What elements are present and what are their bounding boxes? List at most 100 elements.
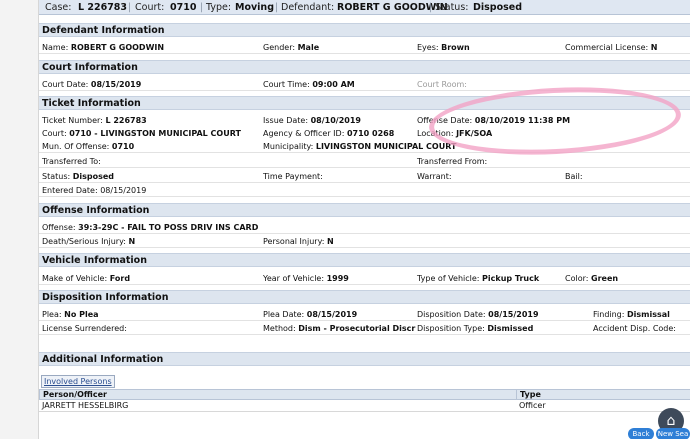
offense-section-title: Offense Information [39,203,690,217]
mun-offense-field: Mun. Of Offense: 0710 [42,141,134,153]
method-field: Method: Dism - Prosecutorial Discr [263,323,415,335]
death-injury-value: N [128,237,136,246]
vehicle-year-value: 1999 [326,274,349,283]
municipality-field: Municipality: LIVINGSTON MUNICIPAL COURT [263,141,456,153]
bail-field: Bail: [565,171,583,183]
court-date-value: 08/15/2019 [90,80,142,89]
defendant-row: Name: ROBERT G GOODWIN Gender: Male Eyes… [39,42,690,54]
separator: | [200,2,204,13]
plea-field: Plea: No Plea [42,309,99,321]
offense-row-2: Death/Serious Injury: N Personal Injury:… [39,236,690,248]
vehicle-type-value: Pickup Truck [482,274,540,283]
personal-injury-label: Personal Injury: [263,237,325,246]
disposition-row-2: License Surrendered: Method: Dism - Pros… [39,323,690,335]
ticket-status-value: Disposed [72,172,115,181]
separator: | [429,2,433,13]
disposition-date-label: Disposition Date: [417,310,486,319]
commercial-license-value: N [650,43,658,52]
disposition-date-field: Disposition Date: 08/15/2019 [417,309,539,321]
finding-label: Finding: [593,310,625,319]
ticket-number-value: L 226783 [105,116,147,125]
warrant-field: Warrant: [417,171,452,183]
plea-date-label: Plea Date: [263,310,305,319]
vehicle-make-label: Make of Vehicle: [42,274,108,283]
vehicle-make-value: Ford [109,274,131,283]
license-surrendered-label: License Surrendered: [42,324,127,333]
separator: | [128,2,132,13]
involved-persons-table-header: Person/Officer Type [39,389,690,400]
vehicle-section-title: Vehicle Information [39,253,690,267]
case-detail-page: Case: L 226783 | Court: 0710 | Type: Mov… [38,0,690,439]
finding-field: Finding: Dismissal [593,309,670,321]
gender-field: Gender: Male [263,42,319,54]
type-value: Moving [235,2,274,13]
entered-date-label: Entered Date: [42,186,98,195]
eyes-field: Eyes: Brown [417,42,470,54]
death-injury-field: Death/Serious Injury: N [42,236,135,248]
ticket-court-label: Court: [42,129,67,138]
entered-date-value: 08/15/2019 [100,186,147,195]
ticket-court-field: Court: 0710 - LIVINGSTON MUNICIPAL COURT [42,128,241,140]
gender-value: Male [297,43,320,52]
disposition-section-title: Disposition Information [39,290,690,304]
court-value: 0710 [170,2,197,13]
personal-injury-field: Personal Injury: N [263,236,334,248]
mun-offense-value: 0710 [111,142,135,151]
disposition-row-1: Plea: No Plea Plea Date: 08/15/2019 Disp… [39,309,690,321]
personal-injury-value: N [326,237,334,246]
case-label: Case: [45,2,72,13]
entered-date-field: Entered Date: 08/15/2019 [42,185,146,197]
defendant-label: Defendant: [281,2,335,13]
name-value: ROBERT G GOODWIN [70,43,165,52]
person-cell: JARRETT HESSELBIRG [42,401,129,410]
court-room-label: Court Room: [417,80,467,89]
offense-row-1: Offense: 39:3-29C - FAIL TO POSS DRIV IN… [39,222,690,234]
name-label: Name: [42,43,69,52]
back-button[interactable]: Back [628,428,654,439]
court-time-field: Court Time: 09:00 AM [263,79,355,91]
case-summary-bar: Case: L 226783 | Court: 0710 | Type: Mov… [39,0,690,15]
new-search-button[interactable]: New Sea [656,428,690,439]
type-label: Type: [206,2,232,13]
column-header-person: Person/Officer [43,390,107,399]
name-field: Name: ROBERT G GOODWIN [42,42,164,54]
status-value: Disposed [473,2,523,13]
court-date-label: Court Date: [42,80,89,89]
transferred-to-field: Transferred To: [42,156,101,168]
ticket-number-label: Ticket Number: [42,116,103,125]
court-date-field: Court Date: 08/15/2019 [42,79,141,91]
issue-date-field: Issue Date: 08/10/2019 [263,115,361,127]
separator: | [275,2,279,13]
issue-date-label: Issue Date: [263,116,309,125]
ticket-row-5: Status: Disposed Time Payment: Warrant: … [39,171,690,183]
offense-value: 39:3-29C - FAIL TO POSS DRIV INS CARD [78,223,259,232]
court-label: Court: [135,2,165,13]
ticket-number-field: Ticket Number: L 226783 [42,115,147,127]
plea-value: No Plea [64,310,99,319]
transferred-from-label: Transferred From: [417,157,488,166]
ticket-status-label: Status: [42,172,71,181]
vehicle-type-field: Type of Vehicle: Pickup Truck [417,273,539,285]
time-payment-label: Time Payment: [263,172,323,181]
eyes-label: Eyes: [417,43,439,52]
commercial-license-field: Commercial License: N [565,42,658,54]
disposition-type-label: Disposition Type: [417,324,485,333]
disposition-date-value: 08/15/2019 [488,310,539,319]
involved-persons-tab[interactable]: Involved Persons [41,375,115,388]
court-section-title: Court Information [39,60,690,74]
ticket-court-value: 0710 - LIVINGSTON MUNICIPAL COURT [69,129,241,138]
death-injury-label: Death/Serious Injury: [42,237,126,246]
method-value: Dism - Prosecutorial Discr [298,324,416,333]
case-value: L 226783 [78,2,128,13]
bail-label: Bail: [565,172,583,181]
plea-date-field: Plea Date: 08/15/2019 [263,309,357,321]
ticket-status-field: Status: Disposed [42,171,114,183]
additional-section-title: Additional Information [39,352,690,366]
plea-label: Plea: [42,310,62,319]
ticket-row-6: Entered Date: 08/15/2019 [39,185,690,197]
plea-date-value: 08/15/2019 [306,310,358,319]
time-payment-field: Time Payment: [263,171,323,183]
eyes-value: Brown [441,43,470,52]
municipality-label: Municipality: [263,142,314,151]
court-time-label: Court Time: [263,80,310,89]
